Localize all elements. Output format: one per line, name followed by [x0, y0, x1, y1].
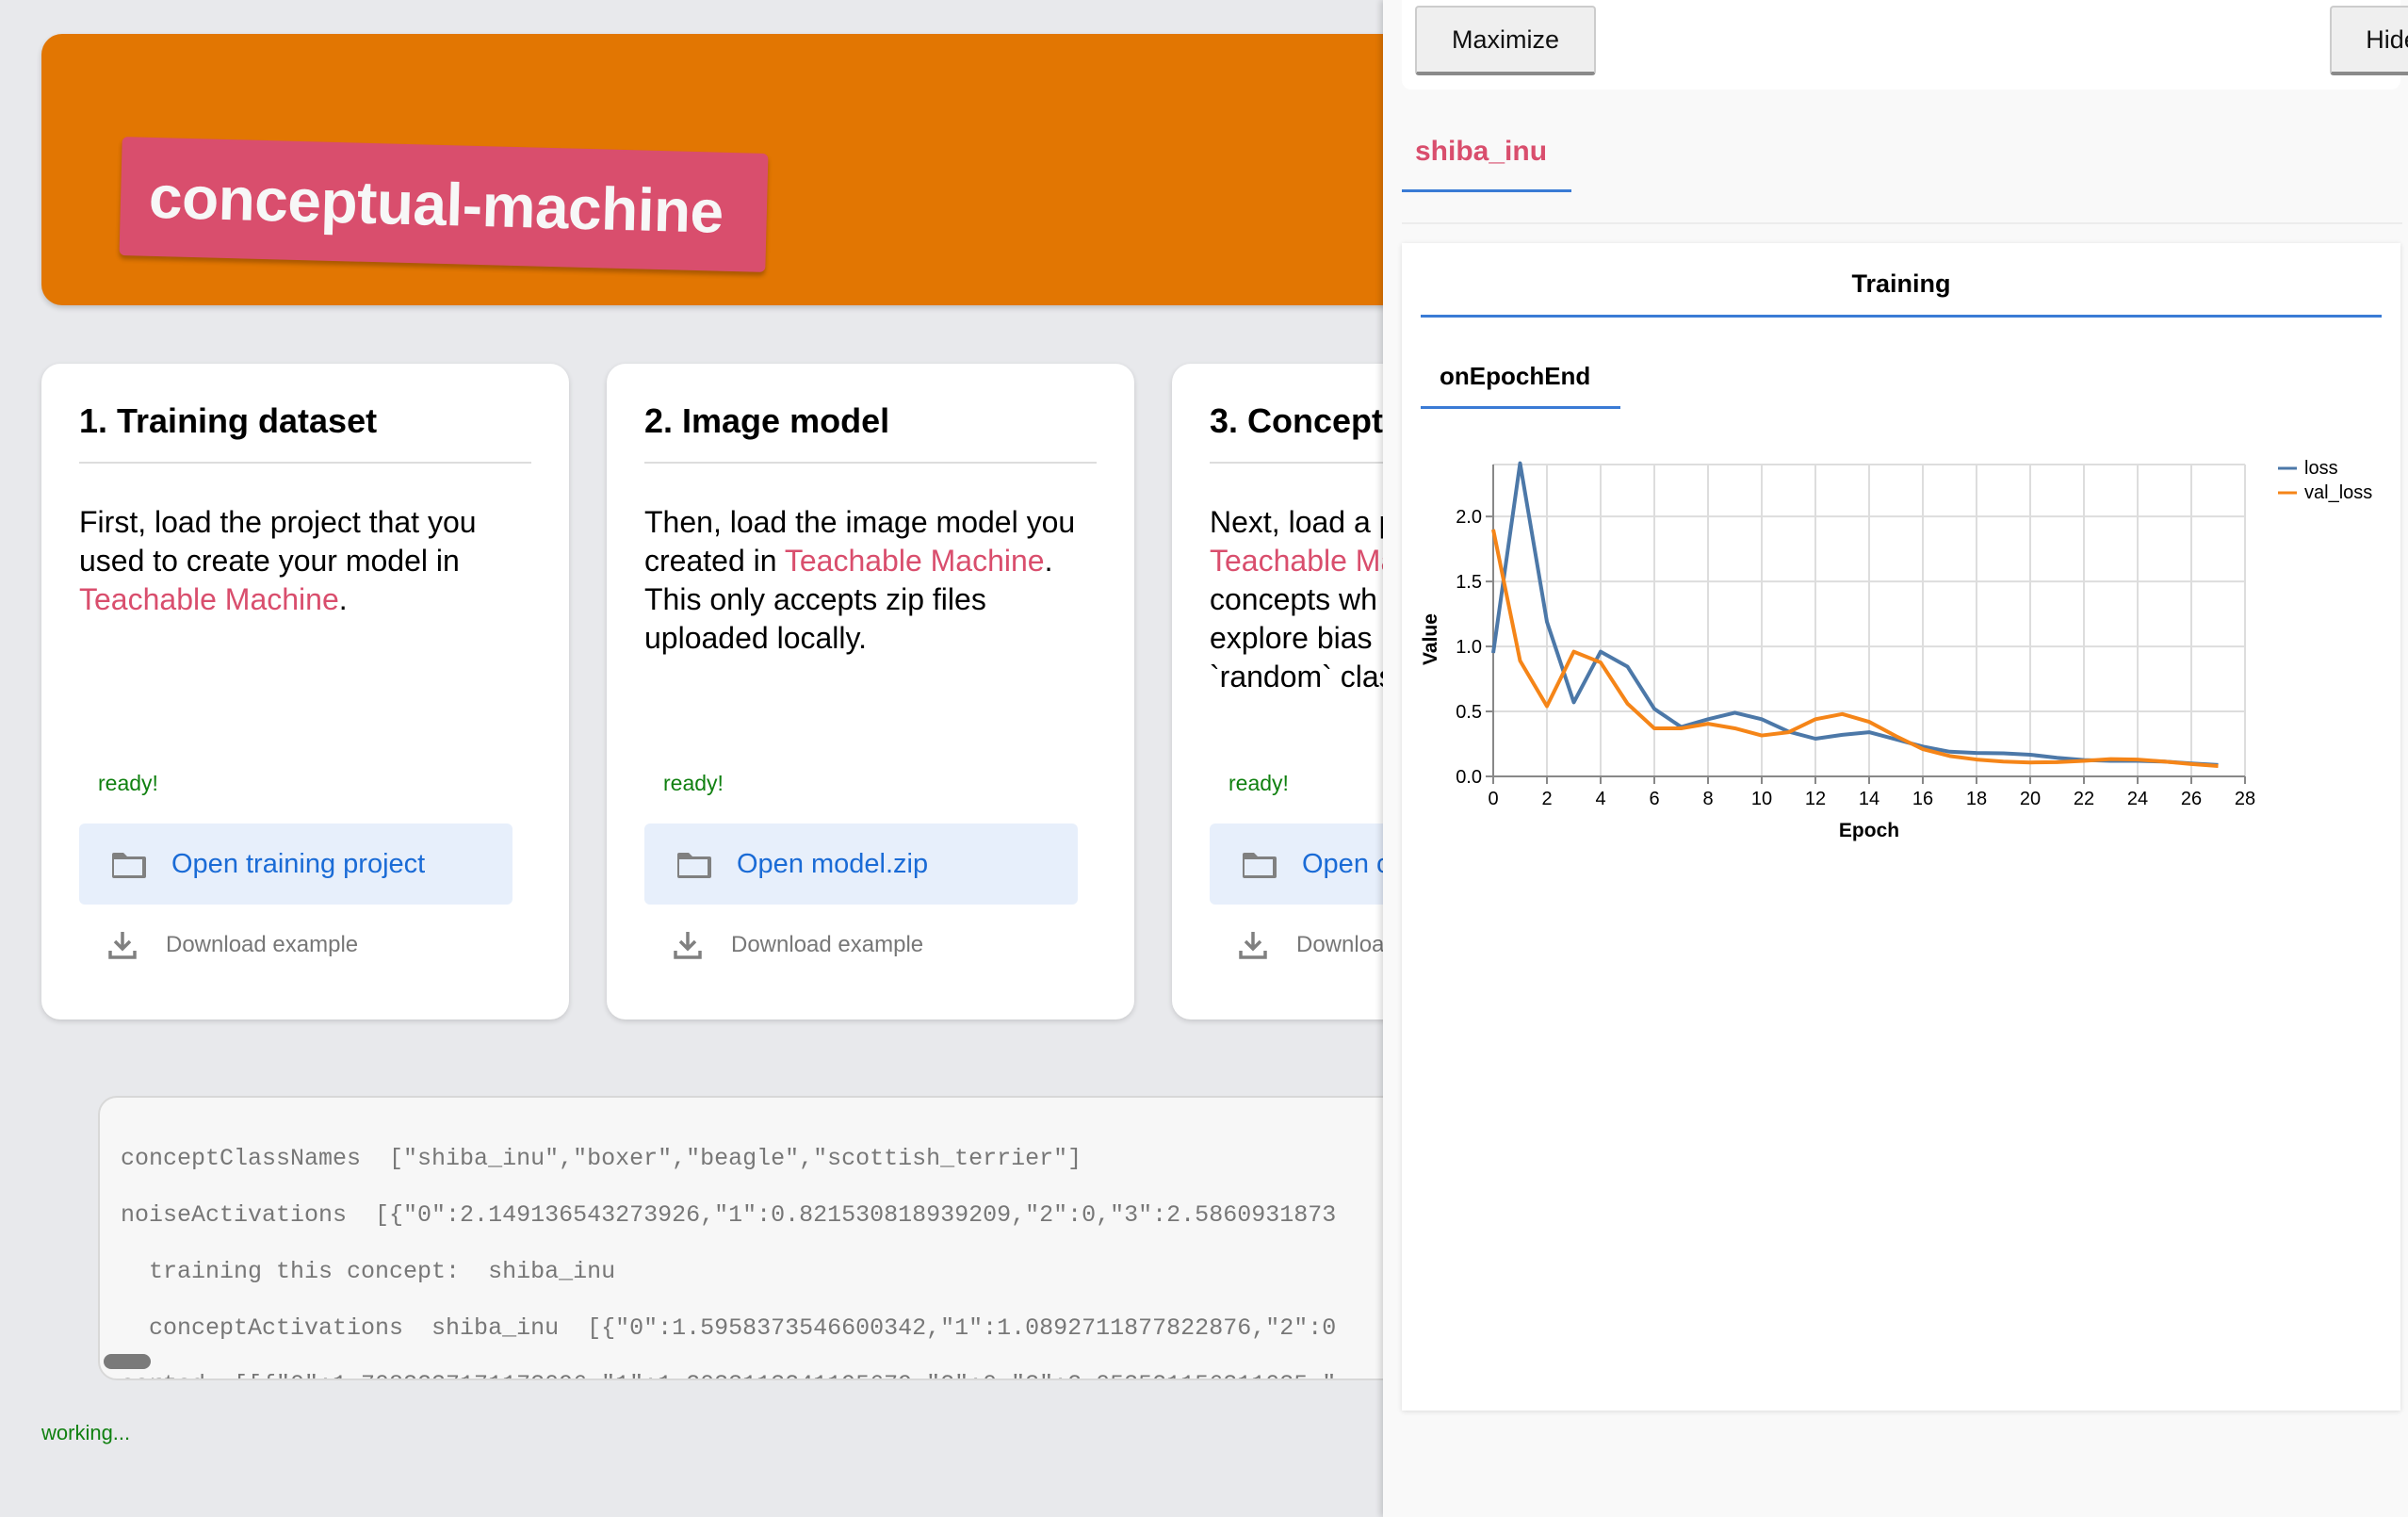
- x-tick-label: 12: [1805, 789, 1826, 809]
- folder-icon: [1243, 853, 1277, 878]
- open-training-project-button[interactable]: Open training project: [79, 824, 513, 905]
- hide-button[interactable]: Hide: [2330, 6, 2408, 75]
- x-tick-label: 2: [1541, 789, 1552, 809]
- tab-on-epoch-end[interactable]: onEpochEnd: [1421, 362, 1620, 409]
- card-image-model: 2. Image model Then, load the image mode…: [607, 364, 1134, 1019]
- download-icon: [108, 932, 137, 959]
- download-icon: [674, 932, 702, 959]
- y-tick-label: 0.0: [1456, 767, 1482, 788]
- log-line: sorted [[{"0":1.7083237171173096,"1":1.2…: [121, 1371, 1336, 1378]
- side-panel: Maximize Hide shiba_inu Training onEpoch…: [1383, 0, 2408, 1517]
- divider: [1402, 222, 2402, 224]
- log-line: conceptClassNames ["shiba_inu","boxer","…: [121, 1145, 1082, 1172]
- open-button-label: Open c: [1302, 848, 1391, 879]
- series-line-val_loss: [1491, 529, 2219, 768]
- y-tick-label: 1.0: [1456, 637, 1482, 658]
- log-line: conceptActivations shiba_inu [{"0":1.595…: [121, 1314, 1337, 1342]
- header-banner: conceptual-machine: [41, 34, 1417, 305]
- horizontal-scrollbar[interactable]: [104, 1354, 151, 1369]
- x-tick-label: 18: [1966, 789, 1987, 809]
- status-text: ready!: [98, 771, 158, 795]
- y-tick-label: 2.0: [1456, 507, 1482, 528]
- card-title: 1. Training dataset: [79, 401, 531, 464]
- training-card: Training onEpochEnd 0 2 4 6 8 10 12 14 16 18 20 22 2…: [1402, 243, 2400, 1411]
- log-line: training this concept: shiba_inu: [121, 1258, 616, 1285]
- panel-toolbar: Maximize Hide: [1402, 0, 2408, 90]
- maximize-button[interactable]: Maximize: [1415, 6, 1596, 75]
- card-title: 2. Image model: [644, 401, 1097, 464]
- chart-lines: [1491, 461, 2219, 768]
- card-description: Then, load the image model you created i…: [644, 505, 1076, 655]
- x-tick-label: 22: [2074, 789, 2094, 809]
- working-status: working...: [41, 1421, 131, 1444]
- legend-label-val_loss: val_loss: [2304, 482, 2372, 503]
- x-tick-label: 8: [1702, 789, 1713, 809]
- x-tick-label: 16: [1912, 789, 1933, 809]
- section-title: Training: [1421, 269, 2382, 318]
- y-tick-label: 0.5: [1456, 702, 1482, 723]
- open-button-label: Open model.zip: [737, 848, 929, 879]
- x-tick-label: 0: [1488, 789, 1498, 809]
- x-tick-label: 10: [1751, 789, 1772, 809]
- download-example-link[interactable]: Download example: [107, 922, 358, 969]
- card-description: First, load the project that you used to…: [79, 505, 477, 616]
- x-tick-label: 4: [1595, 789, 1605, 809]
- chart-legend: loss val_loss: [2278, 458, 2372, 503]
- status-text: ready!: [663, 771, 724, 795]
- x-tick-label: 24: [2127, 789, 2148, 809]
- chart-grid: [1492, 464, 2246, 777]
- legend-label-loss: loss: [2304, 458, 2338, 479]
- download-example-link[interactable]: Download example: [673, 922, 923, 969]
- log-line: noiseActivations [{"0":2.149136543273926…: [121, 1201, 1337, 1229]
- open-button-label: Open training project: [171, 848, 426, 879]
- card-training-dataset: 1. Training dataset First, load the proj…: [41, 364, 569, 1019]
- teachable-machine-link[interactable]: Teachable Machine: [785, 544, 1045, 578]
- status-text: ready!: [1228, 771, 1289, 795]
- folder-icon: [677, 853, 711, 878]
- app-title-tag: conceptual-machine: [119, 137, 769, 272]
- x-tick-label: 14: [1859, 789, 1879, 809]
- x-tick-label: 6: [1649, 789, 1659, 809]
- download-example-link[interactable]: Downloa: [1238, 922, 1384, 969]
- x-tick-label: 20: [2020, 789, 2041, 809]
- y-axis-label: Value: [1420, 613, 1441, 665]
- x-tick-label: 28: [2235, 789, 2255, 809]
- tab-shiba-inu[interactable]: shiba_inu: [1402, 132, 1571, 192]
- x-tick-label: 26: [2181, 789, 2202, 809]
- x-axis-label: Epoch: [1839, 820, 1899, 841]
- app-title: conceptual-machine: [148, 162, 724, 246]
- folder-icon: [112, 853, 146, 878]
- teachable-machine-link[interactable]: Teachable Machine: [79, 582, 339, 616]
- download-icon: [1239, 932, 1267, 959]
- open-model-zip-button[interactable]: Open model.zip: [644, 824, 1078, 905]
- y-tick-label: 1.5: [1456, 572, 1482, 593]
- log-output[interactable]: conceptClassNames ["shiba_inu","boxer","…: [98, 1096, 1436, 1380]
- loss-chart: 0 2 4 6 8 10 12 14 16 18 20 22 24 26 280.00.51.01.52.0…: [1420, 458, 2372, 841]
